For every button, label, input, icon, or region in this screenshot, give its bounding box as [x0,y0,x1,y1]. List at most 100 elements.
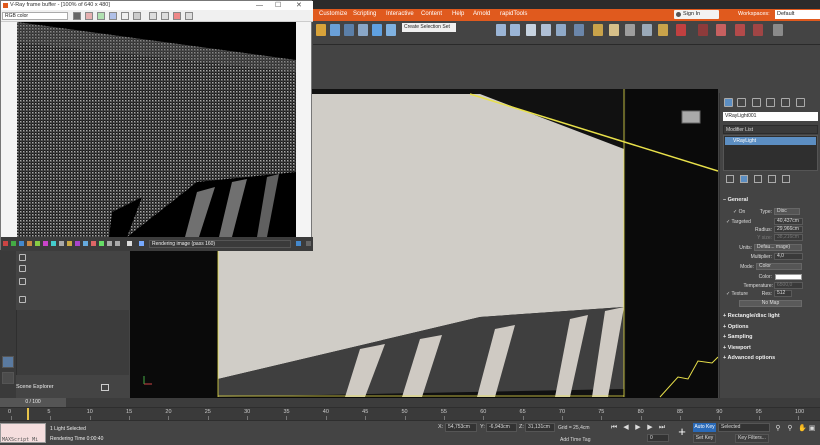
extra-tool-icon[interactable] [773,24,783,36]
rollout-rectangle-disc[interactable]: + Rectangle/disc light [723,313,818,319]
green-channel-icon[interactable] [97,12,105,20]
object-name-field[interactable]: VRayLight001 [723,112,818,121]
clear-icon[interactable] [173,12,181,20]
history-icon[interactable] [3,241,8,246]
save-icon[interactable] [149,12,157,20]
auto-key-button[interactable]: Auto Key [693,423,716,432]
show-end-result-icon[interactable] [740,175,748,183]
layout-tab-icon[interactable] [2,372,14,384]
render-setup-icon[interactable] [574,24,584,36]
radius-field[interactable]: 29,966cm [774,226,803,233]
exposure-icon[interactable] [67,241,72,246]
targeted-checkbox[interactable]: ✓ Targeted [726,219,751,225]
bind-icon[interactable] [316,24,326,36]
modifier-stack[interactable]: VRayLight [723,135,818,171]
maximize-viewport-icon[interactable]: ▣ [808,425,816,433]
color-correction-icon[interactable] [19,241,24,246]
menu-content[interactable]: Content [421,11,442,17]
select-object-icon[interactable] [330,24,340,36]
minimize-icon[interactable]: — [256,1,263,10]
display-shapes-icon[interactable] [19,278,26,285]
vray-light-icon[interactable] [658,24,668,36]
mono-channel-icon[interactable] [133,12,141,20]
rollout-sampling[interactable]: + Sampling [723,334,818,340]
goto-end-icon[interactable]: ⏭ [658,424,666,432]
color-swatch[interactable] [775,274,802,280]
alpha-channel-icon[interactable] [121,12,129,20]
utilities-tab-icon[interactable] [796,98,805,107]
key-selection-dropdown[interactable]: Selected [718,423,770,432]
time-marker[interactable] [27,408,29,420]
multiplier-field[interactable]: 4,0 [774,253,803,260]
remove-modifier-icon[interactable] [768,175,776,183]
current-frame-field[interactable]: 0 [647,434,669,442]
modify-tab-icon[interactable] [737,98,746,107]
rollout-options[interactable]: + Options [723,324,818,330]
y-coordinate-field[interactable]: -6,943cm [486,423,517,432]
curves-icon[interactable] [83,241,88,246]
menu-rapidtools[interactable]: rapidTools [500,11,527,17]
maxscript-listener[interactable]: MAXScript Mi [0,423,46,443]
menu-scripting[interactable]: Scripting [353,11,376,17]
link-icon[interactable] [676,24,686,36]
maximize-icon[interactable]: ☐ [275,1,281,10]
x-coordinate-field[interactable]: 54,753cm [445,423,477,432]
add-key-icon[interactable]: + [676,425,688,439]
goto-start-icon[interactable]: ⏮ [610,424,618,432]
unlink-icon[interactable] [698,24,708,36]
duplicate-icon[interactable] [185,12,193,20]
prev-frame-icon[interactable]: ◀ [622,424,630,432]
rollout-viewport[interactable]: + Viewport [723,345,818,351]
link-vfb-icon[interactable] [139,241,144,246]
modifier-list-dropdown[interactable]: Modifier List [723,125,818,134]
copy-icon[interactable] [127,241,132,246]
sign-in-button[interactable]: Sign In [674,10,719,19]
tool-icon[interactable] [735,24,745,36]
channel-dropdown[interactable]: RGB color [2,12,68,20]
track-mouse-icon[interactable] [107,241,112,246]
motion-tab-icon[interactable] [766,98,775,107]
res-field[interactable]: 512 [774,290,792,297]
units-dropdown[interactable]: Defau... mage) [754,244,802,251]
general-rollout-header[interactable]: – General [723,197,818,203]
pin-stack-icon[interactable] [726,175,734,183]
compare-icon[interactable] [27,241,32,246]
stack-item-vraylight[interactable]: VRayLight [725,137,816,145]
mode-dropdown[interactable]: Color [756,263,802,270]
create-selection-set-dropdown[interactable]: Create Selection Set [402,23,456,32]
scene-explorer-list[interactable] [16,310,129,375]
display-geometry-icon[interactable] [19,265,26,272]
stereo-icon[interactable] [51,241,56,246]
menu-customize[interactable]: Customize [319,11,347,17]
orbit-icon[interactable]: ⚲ [786,425,794,433]
vray-teapot-icon[interactable] [642,24,652,36]
close-icon[interactable]: ✕ [296,1,302,10]
on-checkbox[interactable]: ✓ On [733,209,745,215]
render-production-icon[interactable] [609,24,619,36]
make-unique-icon[interactable] [754,175,762,183]
lut-icon[interactable] [59,241,64,246]
select-region-icon[interactable] [344,24,354,36]
white-balance-icon[interactable] [75,241,80,246]
workspaces-dropdown[interactable]: Default [775,10,820,19]
region-render-icon[interactable] [35,241,40,246]
configure-sets-icon[interactable] [782,175,790,183]
bind-spacewarp-icon[interactable] [716,24,726,36]
settings-icon[interactable] [306,241,311,246]
schematic-view-icon[interactable] [541,24,551,36]
display-tab-icon[interactable] [781,98,790,107]
lens-effects-icon[interactable] [11,241,16,246]
no-map-button[interactable]: No Map [739,300,802,307]
move-icon[interactable] [372,24,382,36]
set-key-button[interactable]: Set Key [693,434,716,443]
viewport-layout-icon[interactable] [2,356,14,368]
key-filters-button[interactable]: Key Filters... [735,434,769,443]
stop-render-icon[interactable] [91,241,96,246]
menu-help[interactable]: Help [452,11,464,17]
time-slider[interactable]: 0 / 100 [0,398,66,407]
z-coordinate-field[interactable]: 31,131cm [525,423,555,432]
add-time-tag[interactable]: Add Time Tag [560,437,590,443]
next-frame-icon[interactable]: ▶ [646,424,654,432]
frame-buffer-titlebar[interactable]: V-Ray frame buffer - [100% of 640 x 480]… [1,1,313,10]
scene-explorer-icon[interactable] [496,24,506,36]
